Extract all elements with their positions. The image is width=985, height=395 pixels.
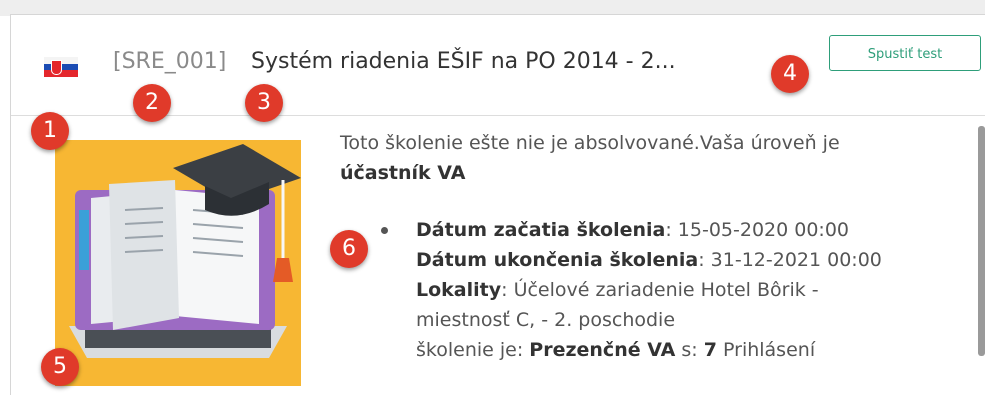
type-value: Prezenčné VA [529, 339, 676, 361]
list-bullet [381, 227, 388, 234]
end-date-value: : 31-12-2021 00:00 [698, 249, 882, 271]
annotation-badge-4: 4 [771, 55, 809, 93]
annotation-badge-2: 2 [133, 84, 171, 122]
location-row: Lokality: Účelové zariadenie Hotel Bôrik… [416, 275, 976, 305]
location-label: Lokality [416, 279, 502, 301]
start-date-row: Dátum začatia školenia: 15-05-2020 00:00 [416, 215, 976, 245]
slovakia-flag-icon [44, 57, 78, 77]
type-row: školenie je: Prezenčné VA s: 7 Prihlásen… [416, 335, 976, 365]
training-code: [SRE_001] [113, 49, 227, 74]
status-line: Toto školenie ešte nie je absolvované.Va… [340, 132, 840, 154]
book-bookmark [79, 210, 89, 270]
annotation-badge-3: 3 [245, 84, 283, 122]
count-suffix: Prihlásení [716, 339, 816, 361]
location-value-cont: miestnosť C, - 2. poschodie [416, 309, 676, 331]
laptop-keyboard [85, 328, 271, 348]
count-prefix: s: [675, 339, 704, 361]
type-prefix: školenie je: [416, 339, 530, 361]
start-date-label: Dátum začatia školenia [416, 219, 666, 241]
registered-count: 7 [703, 339, 717, 361]
training-title[interactable]: Systém riadenia EŠIF na PO 2014 - 2... [251, 49, 676, 74]
training-thumbnail [55, 140, 301, 386]
training-status: Toto školenie ešte nie je absolvované.Va… [340, 128, 960, 188]
start-date-value: : 15-05-2020 00:00 [665, 219, 850, 241]
annotation-badge-1: 1 [31, 112, 69, 150]
location-row-2: miestnosť C, - 2. poschodie [416, 305, 976, 335]
end-date-row: Dátum ukončenia školenia: 31-12-2021 00:… [416, 245, 976, 275]
annotation-badge-6: 6 [330, 230, 368, 268]
end-date-label: Dátum ukončenia školenia [416, 249, 699, 271]
start-test-button[interactable]: Spustiť test [829, 35, 981, 71]
status-level: účastník VA [340, 162, 466, 184]
annotation-badge-5: 5 [41, 348, 79, 386]
scrollbar[interactable] [978, 126, 985, 356]
book-turning-page [109, 180, 179, 330]
location-value: : Účelové zariadenie Hotel Bôrik - [501, 279, 819, 301]
training-card: [SRE_001] Systém riadenia EŠIF na PO 201… [10, 14, 985, 395]
